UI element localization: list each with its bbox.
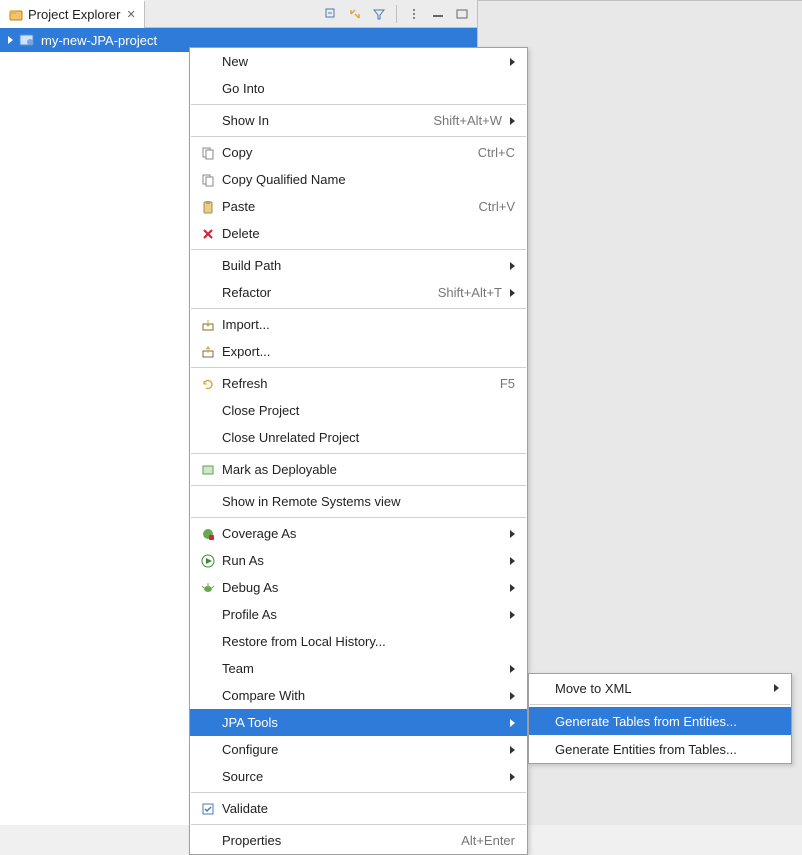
submenu-arrow-icon [510,117,515,125]
view-tab-label: Project Explorer [28,7,120,22]
menu-separator [191,104,526,105]
navigator-icon [8,7,24,23]
submenu-generate-entities[interactable]: Generate Entities from Tables... [529,735,791,763]
menu-validate[interactable]: Validate [190,795,527,822]
submenu-arrow-icon [510,665,515,673]
menu-new[interactable]: New [190,48,527,75]
submenu-arrow-icon [510,289,515,297]
submenu-arrow-icon [510,746,515,754]
tree-item-label: my-new-JPA-project [41,33,157,48]
view-tab-project-explorer[interactable]: Project Explorer ✕ [0,0,145,28]
menu-show-remote[interactable]: Show in Remote Systems view [190,488,527,515]
minimize-icon[interactable] [429,5,447,23]
deployable-icon [198,462,218,478]
paste-icon [198,199,218,215]
menu-refresh[interactable]: Refresh F5 [190,370,527,397]
refresh-icon [198,376,218,392]
menu-compare-with[interactable]: Compare With [190,682,527,709]
blank-icon [198,54,218,70]
menu-coverage-as[interactable]: Coverage As [190,520,527,547]
copy-icon [198,145,218,161]
run-icon [198,553,218,569]
menu-jpa-tools[interactable]: JPA Tools [190,709,527,736]
submenu-move-xml[interactable]: Move to XML [529,674,791,702]
menu-close-project[interactable]: Close Project [190,397,527,424]
collapse-all-icon[interactable] [322,5,340,23]
submenu-arrow-icon [510,262,515,270]
submenu-arrow-icon [510,692,515,700]
menu-configure[interactable]: Configure [190,736,527,763]
menu-copy[interactable]: Copy Ctrl+C [190,139,527,166]
delete-icon [198,226,218,242]
view-menu-icon[interactable] [405,5,423,23]
submenu-generate-tables[interactable]: Generate Tables from Entities... [529,707,791,735]
jpa-project-icon [19,32,35,48]
jpa-tools-submenu: Move to XML Generate Tables from Entitie… [528,673,792,764]
validate-icon [198,801,218,817]
menu-properties[interactable]: Properties Alt+Enter [190,827,527,854]
submenu-arrow-icon [510,584,515,592]
coverage-icon [198,526,218,542]
view-toolbar [322,0,471,28]
menu-run-as[interactable]: Run As [190,547,527,574]
submenu-arrow-icon [510,773,515,781]
import-icon [198,317,218,333]
export-icon [198,344,218,360]
menu-profile-as[interactable]: Profile As [190,601,527,628]
menu-import[interactable]: Import... [190,311,527,338]
menu-build-path[interactable]: Build Path [190,252,527,279]
menu-restore-history[interactable]: Restore from Local History... [190,628,527,655]
link-editor-icon[interactable] [346,5,364,23]
submenu-arrow-icon [510,58,515,66]
submenu-arrow-icon [510,557,515,565]
debug-icon [198,580,218,596]
menu-source[interactable]: Source [190,763,527,790]
menu-team[interactable]: Team [190,655,527,682]
expand-arrow-icon[interactable] [8,36,13,44]
toolbar-separator [396,5,397,23]
submenu-arrow-icon [774,684,779,692]
submenu-arrow-icon [510,611,515,619]
menu-show-in[interactable]: Show In Shift+Alt+W [190,107,527,134]
copy-qualified-icon [198,172,218,188]
filter-icon[interactable] [370,5,388,23]
menu-go-into[interactable]: Go Into [190,75,527,102]
menu-copy-qualified[interactable]: Copy Qualified Name [190,166,527,193]
menu-mark-deployable[interactable]: Mark as Deployable [190,456,527,483]
menu-close-unrelated[interactable]: Close Unrelated Project [190,424,527,451]
submenu-arrow-icon [510,530,515,538]
menu-delete[interactable]: Delete [190,220,527,247]
project-context-menu: New Go Into Show In Shift+Alt+W Copy Ctr… [189,47,528,855]
maximize-icon[interactable] [453,5,471,23]
menu-paste[interactable]: Paste Ctrl+V [190,193,527,220]
submenu-arrow-icon [510,719,515,727]
menu-export[interactable]: Export... [190,338,527,365]
menu-debug-as[interactable]: Debug As [190,574,527,601]
view-tab-bar: Project Explorer ✕ [0,0,477,28]
menu-refactor[interactable]: Refactor Shift+Alt+T [190,279,527,306]
close-icon[interactable]: ✕ [126,8,135,21]
